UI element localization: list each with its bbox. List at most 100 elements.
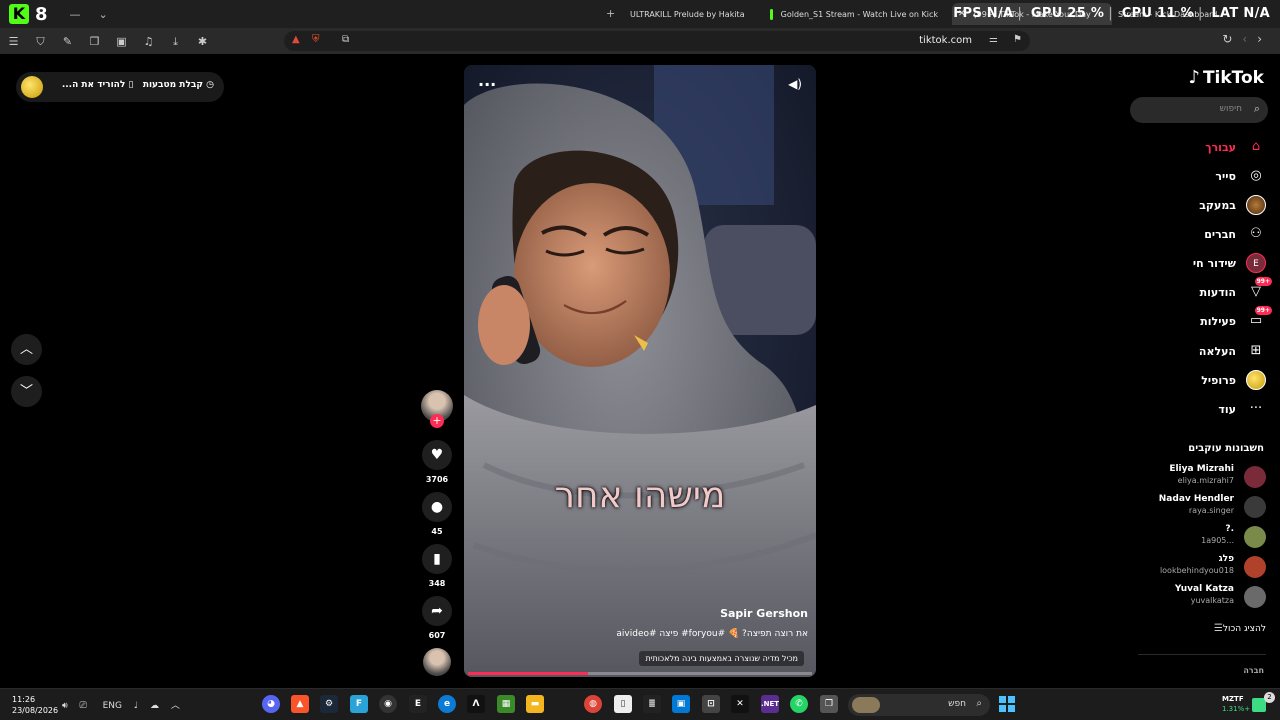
previous-video-button[interactable]: ︿ [11, 334, 42, 365]
reader-mode-icon[interactable]: ⚌ [989, 34, 998, 45]
heart-icon[interactable]: ♥ [422, 440, 452, 470]
coin-promo-pill[interactable]: ◷ קבלת מטבעות ▯ להוריד את ה... [16, 72, 224, 102]
share-button[interactable]: ➦ 607 [420, 596, 454, 640]
cloud-icon[interactable]: ☁ [150, 701, 159, 711]
search-icon[interactable]: ⌕ [1254, 102, 1260, 116]
sound-avatar-button[interactable] [420, 648, 454, 676]
tab-golden-stream[interactable]: Golden_S1 Stream - Watch Live on Kick [764, 3, 944, 25]
activity-icon: ▭ 99+ [1249, 306, 1272, 328]
back-icon[interactable]: ‹ [1242, 32, 1257, 46]
shield-icon[interactable]: ⛉ [34, 35, 47, 48]
file-explorer-icon[interactable]: ▬ [526, 695, 544, 713]
avatar[interactable] [1244, 526, 1266, 548]
music-icon[interactable]: ♫ [142, 35, 155, 48]
windows-start-icon[interactable] [999, 696, 1015, 712]
video-author[interactable]: Sapir Gershon [720, 607, 808, 620]
store-icon[interactable]: ▣ [672, 695, 690, 713]
minecraft-icon[interactable]: ▦ [497, 695, 515, 713]
sidebar-item-2[interactable]: במעקב [1199, 194, 1266, 216]
dotnet-icon[interactable]: .NET [761, 695, 779, 713]
volume-icon[interactable]: ◀) [788, 77, 802, 91]
microphone-icon[interactable]: ♩ [134, 701, 138, 711]
following-account-row[interactable]: Eliya Mizrahi eliya.mizrahi7 [1136, 464, 1266, 490]
reload-icon[interactable]: ↻ [1222, 32, 1242, 46]
whatsapp-icon[interactable]: ✆ [790, 695, 808, 713]
show-hidden-icons-chevron-icon[interactable]: ︿ [171, 701, 180, 711]
download-icon[interactable]: ⤓ [169, 35, 182, 48]
brave-rewards-icon[interactable]: ▲ [292, 34, 300, 45]
chrome-icon[interactable]: ◍ [584, 695, 602, 713]
system-clock[interactable]: 11:26 23/08/2026 [12, 694, 58, 716]
steam-icon[interactable]: ⚙ [320, 695, 338, 713]
tabs-icon[interactable]: ❐ [88, 35, 101, 48]
sidebar-item-8[interactable]: פרופיל [1201, 369, 1266, 391]
taskbar-search-input[interactable]: חפש ⌕ [848, 694, 990, 716]
avatar[interactable] [1244, 556, 1266, 578]
document-icon[interactable]: ▯ [614, 695, 632, 713]
company-link[interactable]: חברה [1243, 666, 1264, 675]
url-text[interactable]: tiktok.com [919, 35, 972, 46]
next-video-button[interactable]: ﹀ [11, 376, 42, 407]
following-account-row[interactable]: Yuval Katza yuvalkatza [1136, 584, 1266, 610]
address-bar[interactable]: ▲ ⛨ ⧉ tiktok.com ⚌ ⚑ [284, 31, 1030, 51]
epic-games-icon[interactable]: E [409, 695, 427, 713]
sidebar-item-0[interactable]: ⌂ עבורך [1205, 136, 1266, 158]
creator-avatar-button[interactable]: + [420, 390, 454, 428]
comment-icon[interactable]: ● [422, 492, 452, 522]
terminal-icon[interactable]: Λ [467, 695, 485, 713]
network-tray-icon[interactable]: ⎚ [80, 701, 87, 711]
kick-logo-icon[interactable]: K [9, 4, 29, 24]
sidebar-item-4[interactable]: E שידור חי [1193, 252, 1266, 274]
music-disc-icon[interactable] [423, 648, 451, 676]
forward-icon[interactable]: › [1257, 32, 1272, 46]
avatar[interactable] [1244, 496, 1266, 518]
tab-ultrakill[interactable]: ULTRAKILL Prelude by Hakita [624, 3, 764, 25]
sidebar-item-7[interactable]: ⊞ העלאה [1199, 340, 1266, 362]
extensions-icon[interactable]: ✱ [196, 35, 209, 48]
tab-label: ULTRAKILL Prelude by Hakita [630, 9, 745, 19]
window-app-icon[interactable]: ❐ [820, 695, 838, 713]
translate-icon[interactable]: ⧉ [342, 34, 349, 45]
settings-app-icon[interactable]: ≣ [643, 695, 661, 713]
sidebar-icon[interactable]: ▣ [115, 35, 128, 48]
new-tab-button[interactable]: + [606, 7, 615, 20]
search-input[interactable]: חיפוש ⌕ [1130, 97, 1268, 123]
minimize-icon[interactable]: — [70, 8, 81, 21]
following-account-row[interactable]: ?. 1a905... [1136, 524, 1266, 550]
share-icon[interactable]: ➦ [422, 596, 452, 626]
video-progress-bar[interactable] [468, 672, 812, 675]
discord-icon[interactable]: ◕ [262, 695, 280, 713]
comment-button[interactable]: ● 45 [420, 492, 454, 536]
sidebar-item-6[interactable]: ▭ 99+ פעילות [1200, 306, 1272, 332]
save-button[interactable]: ▮ 348 [420, 544, 454, 588]
menu-icon[interactable]: ☰ [7, 35, 20, 48]
video-player[interactable]: ··· ◀) מישהו אחר Sapir Gershon את רוצה ת… [464, 65, 816, 677]
x-app-icon[interactable]: ✕ [731, 695, 749, 713]
avatar[interactable] [1244, 466, 1266, 488]
stock-ticker-widget[interactable]: MZTF 1.31%+ [1222, 694, 1250, 714]
bag-icon[interactable]: ⊡ [702, 695, 720, 713]
volume-tray-icon[interactable]: 🔊︎ [62, 701, 68, 711]
sidebar-item-3[interactable]: ⚇ חברים [1204, 223, 1266, 245]
following-account-row[interactable]: Nadav Hendler raya.singer [1136, 494, 1266, 520]
f-app-icon[interactable]: F [350, 695, 368, 713]
tiktok-logo[interactable]: ♪ TikTok [1188, 67, 1264, 88]
like-button[interactable]: ♥ 3706 [420, 440, 454, 484]
language-indicator[interactable]: ENG [103, 701, 122, 711]
avatar[interactable] [1244, 586, 1266, 608]
sidebar-item-9[interactable]: ··· עוד [1218, 398, 1266, 420]
obs-icon[interactable]: ◉ [379, 695, 397, 713]
brave-browser-icon[interactable]: ▲ [291, 695, 309, 713]
show-all-button[interactable]: להציג הכול ☰ [1178, 623, 1266, 634]
edge-icon[interactable]: e [438, 695, 456, 713]
more-options-icon[interactable]: ··· [478, 75, 496, 94]
bookmark-icon[interactable]: ▮ [422, 544, 452, 574]
follow-plus-icon[interactable]: + [430, 414, 444, 428]
sidebar-item-1[interactable]: ◎ סייר [1215, 165, 1266, 187]
pin-icon[interactable]: ✎ [61, 35, 74, 48]
brave-shield-icon[interactable]: ⛨ [312, 34, 320, 45]
sidebar-item-5[interactable]: ▽ 99+ הודעות [1200, 277, 1272, 303]
following-account-row[interactable]: פלג lookbehindyou018 [1136, 554, 1266, 580]
tab-list-chevron-icon[interactable]: ⌄ [99, 8, 108, 21]
bookmark-icon[interactable]: ⚑ [1013, 34, 1022, 45]
